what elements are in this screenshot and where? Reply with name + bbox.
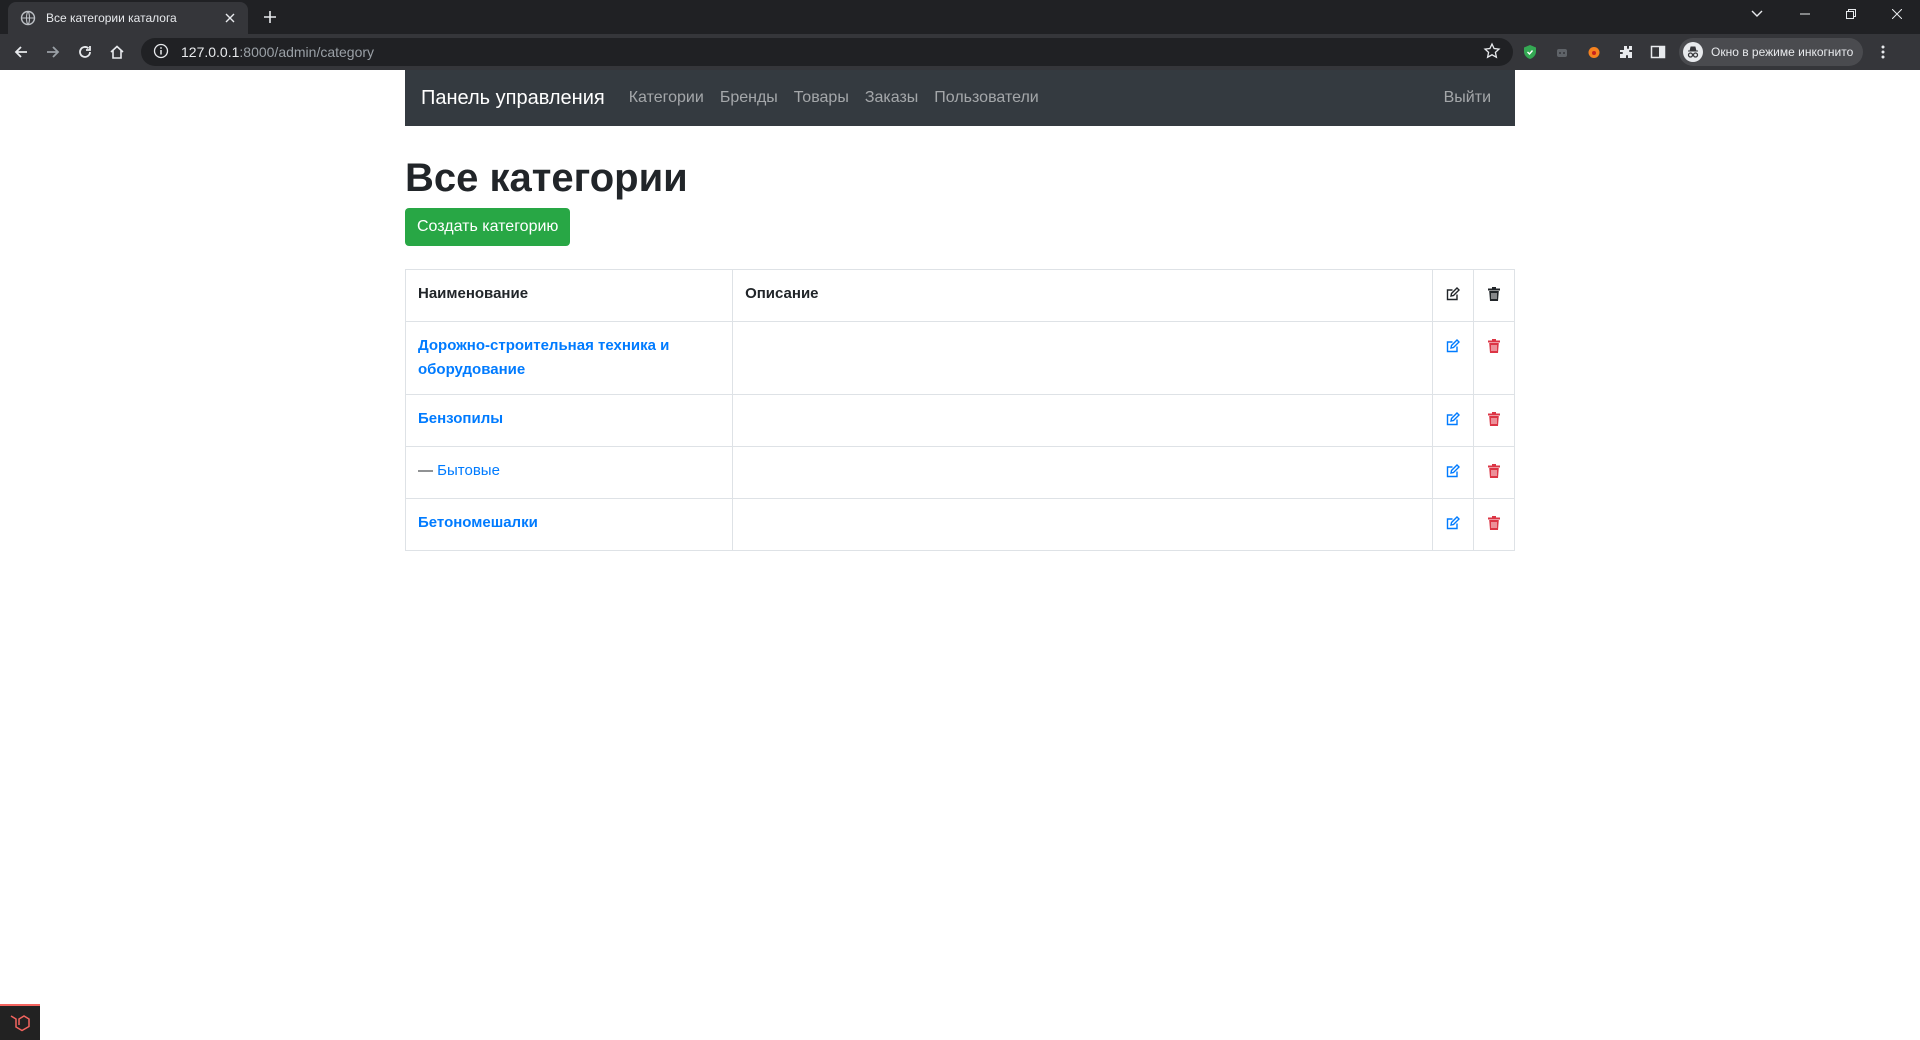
- row-edit-cell: [1431, 321, 1474, 395]
- header-description: Описание: [732, 269, 1433, 322]
- edit-icon[interactable]: [1445, 334, 1461, 358]
- url-path: :8000/admin/category: [239, 44, 375, 60]
- nav-link-orders[interactable]: Заказы: [865, 89, 918, 107]
- incognito-label: Окно в режиме инкогнито: [1711, 45, 1854, 59]
- edit-icon[interactable]: [1445, 407, 1461, 431]
- header-name: Наименование: [404, 269, 734, 322]
- table-row: Бетономешалки: [404, 498, 1516, 551]
- category-link[interactable]: Бензопилы: [418, 410, 503, 427]
- row-name-cell: Бензопилы: [404, 394, 734, 447]
- bookmark-star-icon[interactable]: [1483, 42, 1503, 62]
- table-row: — Бытовые: [404, 446, 1516, 499]
- home-icon[interactable]: [101, 36, 133, 68]
- category-link[interactable]: Бетономешалки: [418, 514, 538, 531]
- trash-icon[interactable]: [1486, 511, 1502, 535]
- category-link[interactable]: Бытовые: [437, 462, 500, 479]
- new-tab-icon[interactable]: [260, 7, 280, 27]
- row-edit-cell: [1431, 498, 1474, 551]
- navbar-links: Категории Бренды Товары Заказы Пользоват…: [629, 89, 1444, 107]
- edit-icon: [1445, 282, 1461, 306]
- trash-icon[interactable]: [1486, 407, 1502, 431]
- header-delete: [1472, 269, 1516, 322]
- globe-icon: [20, 10, 36, 26]
- address-bar[interactable]: 127.0.0.1:8000/admin/category: [141, 38, 1513, 66]
- browser-tabstrip: Все категории каталога: [0, 0, 1920, 34]
- laravel-debugbar-icon[interactable]: [0, 1004, 40, 1040]
- row-description-cell: [732, 321, 1433, 395]
- incognito-icon: [1683, 42, 1703, 62]
- row-delete-cell: [1472, 394, 1516, 447]
- puzzle-extensions-icon[interactable]: [1611, 37, 1641, 67]
- close-window-icon[interactable]: [1874, 0, 1920, 28]
- row-name-cell: — Бытовые: [404, 446, 734, 499]
- admin-navbar: Панель управления Категории Бренды Товар…: [405, 70, 1515, 126]
- back-arrow-icon[interactable]: [5, 36, 37, 68]
- page-container: Панель управления Категории Бренды Товар…: [404, 70, 1516, 551]
- row-name-cell: Дорожно-строительная техника и оборудова…: [404, 321, 734, 395]
- side-panel-icon[interactable]: [1643, 37, 1673, 67]
- table-row: Дорожно-строительная техника и оборудова…: [404, 321, 1516, 395]
- row-description-cell: [732, 446, 1433, 499]
- row-delete-cell: [1472, 321, 1516, 395]
- trash-icon[interactable]: [1486, 459, 1502, 483]
- edit-icon[interactable]: [1445, 511, 1461, 535]
- nav-link-categories[interactable]: Категории: [629, 89, 704, 107]
- restore-icon[interactable]: [1828, 0, 1874, 28]
- edit-icon[interactable]: [1445, 459, 1461, 483]
- window-controls: [1740, 0, 1920, 28]
- page-title: Все категории: [405, 156, 688, 200]
- logout-link[interactable]: Выйти: [1444, 89, 1491, 107]
- trash-icon[interactable]: [1486, 334, 1502, 358]
- address-url: 127.0.0.1:8000/admin/category: [181, 44, 1483, 60]
- site-info-icon[interactable]: [153, 43, 171, 61]
- create-category-button[interactable]: Создать категорию: [405, 208, 571, 246]
- tab-search-icon[interactable]: [1740, 0, 1774, 28]
- row-edit-cell: [1431, 446, 1474, 499]
- robot-extension-icon[interactable]: [1547, 37, 1577, 67]
- url-host: 127.0.0.1: [181, 44, 240, 60]
- trash-icon: [1486, 282, 1502, 306]
- subcategory-dash: —: [418, 462, 433, 479]
- nav-link-products[interactable]: Товары: [794, 89, 849, 107]
- row-edit-cell: [1431, 394, 1474, 447]
- table-header-row: Наименование Описание: [404, 269, 1516, 322]
- header-edit: [1431, 269, 1474, 322]
- fox-extension-icon[interactable]: [1579, 37, 1609, 67]
- row-description-cell: [732, 394, 1433, 447]
- forward-arrow-icon[interactable]: [37, 36, 69, 68]
- close-tab-icon[interactable]: [222, 10, 238, 26]
- minimize-icon[interactable]: [1782, 0, 1828, 28]
- nav-link-brands[interactable]: Бренды: [720, 89, 778, 107]
- nav-link-users[interactable]: Пользователи: [934, 89, 1038, 107]
- category-link[interactable]: Дорожно-строительная техника и оборудова…: [418, 337, 669, 378]
- row-delete-cell: [1472, 446, 1516, 499]
- browser-menu-icon[interactable]: [1869, 38, 1897, 66]
- row-description-cell: [732, 498, 1433, 551]
- row-delete-cell: [1472, 498, 1516, 551]
- categories-table: Наименование Описание Дорожно-строительн…: [404, 269, 1516, 551]
- reload-icon[interactable]: [69, 36, 101, 68]
- row-name-cell: Бетономешалки: [404, 498, 734, 551]
- browser-tab-title: Все категории каталога: [46, 11, 177, 25]
- navbar-brand[interactable]: Панель управления: [421, 87, 605, 110]
- incognito-profile-button[interactable]: Окно в режиме инкогнито: [1679, 38, 1864, 66]
- table-row: Бензопилы: [404, 394, 1516, 447]
- shield-extension-icon[interactable]: [1515, 37, 1545, 67]
- browser-tab-active[interactable]: Все категории каталога: [8, 2, 248, 34]
- page-viewport: Панель управления Категории Бренды Товар…: [0, 70, 1920, 1040]
- browser-toolbar: 127.0.0.1:8000/admin/category Окно в реж…: [0, 34, 1920, 70]
